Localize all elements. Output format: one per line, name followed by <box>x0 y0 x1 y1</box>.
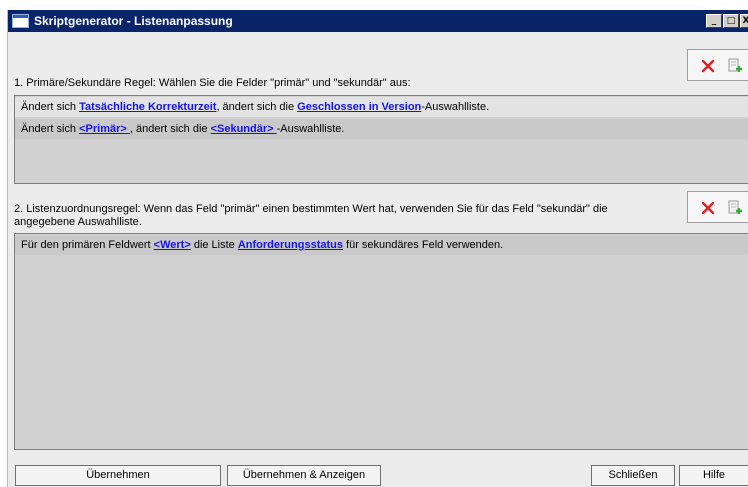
add-rule-icon[interactable] <box>727 200 743 216</box>
section1-actions <box>687 49 748 81</box>
rule-text: -Auswahlliste. <box>421 101 490 113</box>
delete-icon[interactable] <box>701 201 715 215</box>
section2-label-line1: 2. Listenzuordnungsregel: Wenn das Feld … <box>14 203 608 215</box>
delete-icon[interactable] <box>701 59 715 73</box>
rule-text: , ändert sich die <box>129 123 211 135</box>
title-bar: Skriptgenerator - Listenanpassung _ □ X <box>8 10 748 32</box>
value-link[interactable]: <Wert> <box>154 239 191 251</box>
rule-text: Ändert sich <box>21 101 80 113</box>
list-link[interactable]: Anforderungsstatus <box>238 239 343 251</box>
maximize-button[interactable]: □ <box>723 14 739 28</box>
window-icon <box>12 14 29 28</box>
rule-text: Ändert sich <box>21 123 80 135</box>
primary-secondary-rules-list[interactable]: Ändert sich Tatsächliche Korrekturzeit, … <box>14 95 748 184</box>
secondary-field-link[interactable]: <Sekundär> <box>211 123 277 135</box>
primary-field-link[interactable]: Tatsächliche Korrekturzeit <box>79 101 216 113</box>
close-window-button[interactable]: X <box>740 14 748 28</box>
apply-and-show-button[interactable]: Übernehmen & Anzeigen <box>227 465 381 486</box>
close-button[interactable]: Schließen <box>591 465 675 486</box>
rule-text: , ändert sich die <box>216 101 298 113</box>
dialog-window: Skriptgenerator - Listenanpassung _ □ X … <box>7 10 748 487</box>
secondary-field-link[interactable]: Geschlossen in Version <box>297 101 421 113</box>
rule-text: die Liste <box>190 239 238 251</box>
section2-label-line2: angegebene Auswahlliste. <box>14 216 142 228</box>
section1-label: 1. Primäre/Sekundäre Regel: Wählen Sie d… <box>14 77 411 89</box>
help-button[interactable]: Hilfe <box>679 465 748 486</box>
rule-text: Für den primären Feldwert <box>21 239 154 251</box>
section2-actions <box>687 191 748 223</box>
primary-field-link[interactable]: <Primär> <box>79 123 130 135</box>
rule-row[interactable]: Ändert sich <Primär> , ändert sich die <… <box>15 119 748 139</box>
rule-text: -Auswahlliste. <box>276 123 345 135</box>
minimize-button[interactable]: _ <box>706 14 722 28</box>
window-title: Skriptgenerator - Listenanpassung <box>34 14 233 28</box>
rule-row[interactable]: Für den primären Feldwert <Wert> die Lis… <box>15 235 748 255</box>
rule-row[interactable]: Ändert sich Tatsächliche Korrekturzeit, … <box>15 97 748 117</box>
add-rule-icon[interactable] <box>727 58 743 74</box>
apply-button[interactable]: Übernehmen <box>15 465 221 486</box>
dialog-content: 1. Primäre/Sekundäre Regel: Wählen Sie d… <box>8 32 748 487</box>
list-mapping-rules-list[interactable]: Für den primären Feldwert <Wert> die Lis… <box>14 233 748 450</box>
rule-text: für sekundäres Feld verwenden. <box>342 239 504 251</box>
